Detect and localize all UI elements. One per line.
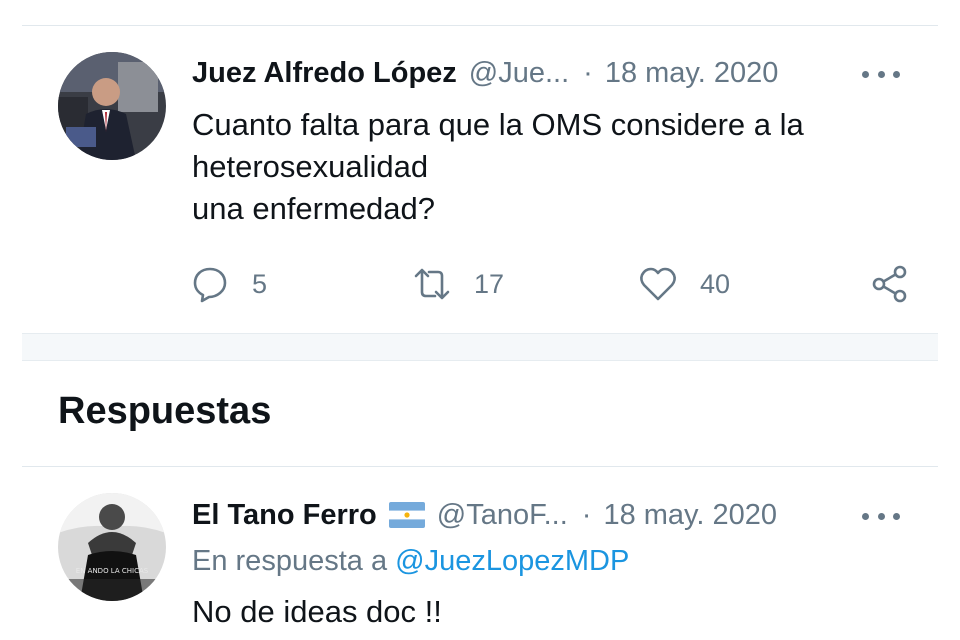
section-gap: [22, 333, 938, 361]
avatar-photo-icon: [58, 52, 166, 160]
separator-dot: ·: [581, 498, 592, 531]
like-button[interactable]: 40: [638, 262, 730, 306]
reply-header: El Tano Ferro @TanoF... · 18 may. 2020: [192, 494, 777, 536]
reply-author-handle[interactable]: @TanoF...: [437, 499, 568, 532]
reply-date[interactable]: 18 may. 2020: [603, 499, 777, 532]
avatar-shirt-text: EN ANDO LA CHICAS: [76, 567, 149, 575]
reply-button[interactable]: 5: [190, 262, 267, 306]
like-icon: [640, 267, 676, 301]
more-icon[interactable]: [862, 506, 900, 526]
tweet-date[interactable]: 18 may. 2020: [605, 57, 779, 90]
reply-icon: [193, 267, 227, 303]
avatar-tano[interactable]: EN ANDO LA CHICAS: [58, 493, 166, 601]
reply-to-prefix: En respuesta a: [192, 545, 396, 577]
replies-heading: Respuestas: [58, 390, 272, 432]
retweet-button[interactable]: 17: [412, 262, 504, 306]
like-count: 40: [700, 268, 731, 299]
avatar-juez[interactable]: [58, 52, 166, 160]
reply-author-name[interactable]: El Tano Ferro: [192, 499, 377, 532]
top-divider: [22, 25, 938, 26]
reply-to-line: En respuesta a @JuezLopezMDP: [192, 545, 629, 578]
avatar-photo-icon: EN ANDO LA CHICAS: [58, 493, 166, 601]
separator-dot: ·: [583, 56, 593, 89]
tweet-header: Juez Alfredo López @Jue... · 18 may. 202…: [192, 52, 778, 94]
retweet-count: 17: [474, 268, 505, 299]
retweet-icon: [414, 268, 450, 300]
tweet-actions: 5 17 40: [190, 262, 910, 306]
reply-mention-link[interactable]: @JuezLopezMDP: [395, 545, 629, 577]
author-handle[interactable]: @Jue...: [469, 57, 569, 90]
reply-text: No de ideas doc !!: [192, 594, 442, 629]
more-icon[interactable]: [862, 64, 900, 84]
tweet-text: Cuanto falta para que la OMS considere a…: [192, 107, 804, 226]
author-name[interactable]: Juez Alfredo López: [192, 57, 457, 90]
replies-divider: [22, 466, 938, 467]
reply-count: 5: [252, 268, 268, 299]
share-icon[interactable]: [870, 264, 910, 304]
argentina-flag-icon: [388, 502, 425, 528]
